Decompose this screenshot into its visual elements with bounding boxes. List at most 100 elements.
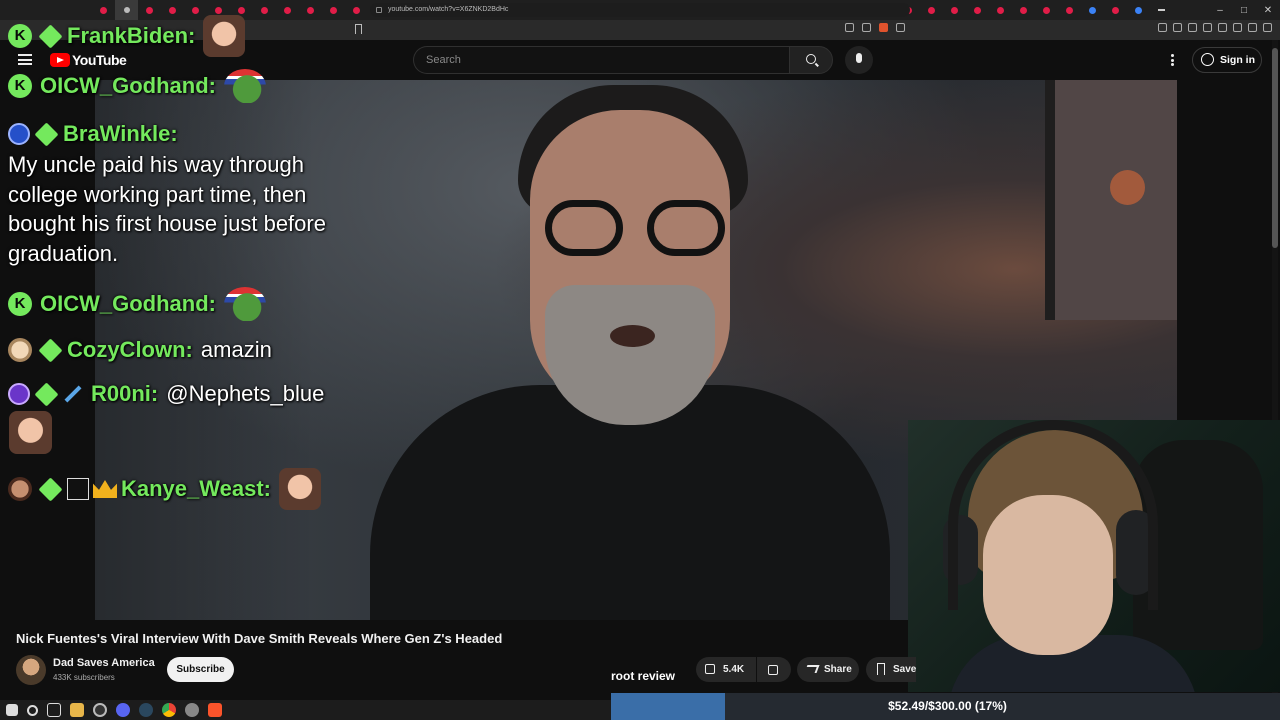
goal-progress-text: $52.49/$300.00 (17%) <box>888 699 1007 713</box>
clown-badge-icon <box>8 338 32 362</box>
sign-in-button[interactable]: Sign in <box>1192 47 1262 73</box>
browser-tab[interactable] <box>230 0 253 20</box>
donation-goal-bar: $52.49/$300.00 (17%) <box>611 693 1280 720</box>
restore-icon[interactable]: □ <box>1232 0 1256 20</box>
extension-icon[interactable] <box>1218 23 1227 32</box>
extensions-toolbar <box>1158 23 1272 32</box>
diamond-badge-icon <box>38 476 63 502</box>
install-app-icon[interactable] <box>845 23 854 32</box>
brave-shield-icon[interactable] <box>879 23 888 32</box>
browser-tab[interactable] <box>1035 0 1058 20</box>
star-badge-icon <box>8 123 30 145</box>
browser-tab[interactable] <box>920 0 943 20</box>
hamburger-menu-icon[interactable] <box>18 54 32 65</box>
address-bar-row <box>0 20 1280 40</box>
search-icon[interactable] <box>27 704 38 716</box>
search-icon <box>806 54 816 64</box>
background-painting <box>1045 80 1177 320</box>
avatar-badge-icon <box>8 477 32 501</box>
browser-tab[interactable] <box>1081 0 1104 20</box>
zoom-icon[interactable] <box>862 23 871 32</box>
extension-icon[interactable] <box>1158 23 1167 32</box>
chrome-icon[interactable] <box>162 703 176 717</box>
voice-search-button[interactable] <box>845 46 873 74</box>
browser-tab[interactable] <box>276 0 299 20</box>
rewards-icon[interactable] <box>896 23 905 32</box>
browser-tab[interactable] <box>1012 0 1035 20</box>
video-shadow <box>95 80 315 620</box>
channel-name[interactable]: Dad Saves America <box>53 657 155 669</box>
like-count: 5.4K <box>723 664 745 675</box>
thumbs-up-icon <box>705 664 715 674</box>
browser-tab[interactable] <box>161 0 184 20</box>
search-input[interactable]: Search <box>413 46 789 74</box>
steam-icon[interactable] <box>139 703 153 717</box>
browser-tab[interactable] <box>138 0 161 20</box>
star-badge-icon <box>8 383 30 405</box>
youtube-logo-text[interactable]: YouTube <box>72 52 127 68</box>
streamer-webcam <box>908 420 1280 692</box>
browser-tab[interactable] <box>989 0 1012 20</box>
youtube-logo-icon[interactable] <box>50 53 70 67</box>
extension-icon[interactable] <box>1248 23 1257 32</box>
obs-icon[interactable] <box>93 703 107 717</box>
search-button[interactable] <box>789 46 833 74</box>
minimize-icon[interactable]: – <box>1208 0 1232 20</box>
scrollbar-thumb[interactable] <box>1272 48 1278 248</box>
task-view-icon[interactable] <box>47 703 61 717</box>
browser-tab[interactable] <box>966 0 989 20</box>
browser-tab[interactable] <box>1104 0 1127 20</box>
url-field[interactable]: youtube.com/watch?v=X6ZNKD2BdHc <box>370 3 910 17</box>
app-icon[interactable] <box>185 703 199 717</box>
brave-icon[interactable] <box>208 703 222 717</box>
browser-tab[interactable] <box>184 0 207 20</box>
browser-tab[interactable] <box>253 0 276 20</box>
extension-icon[interactable] <box>1203 23 1212 32</box>
browser-tab[interactable] <box>943 0 966 20</box>
share-button[interactable]: Share <box>797 657 859 682</box>
settings-kebab-icon[interactable] <box>1171 54 1174 66</box>
browser-menu-icon[interactable] <box>1263 23 1272 32</box>
video-title: Nick Fuentes's Viral Interview With Dave… <box>16 631 503 646</box>
diamond-badge-icon <box>34 381 59 407</box>
save-button[interactable]: Save <box>866 657 916 682</box>
url-text: youtube.com/watch?v=X6ZNKD2BdHc <box>388 6 509 13</box>
browser-tab[interactable] <box>322 0 345 20</box>
new-tab-button[interactable] <box>1150 0 1173 20</box>
address-actions <box>845 23 905 32</box>
os-taskbar <box>0 700 611 720</box>
video-speaker <box>370 85 890 620</box>
browser-tab[interactable] <box>207 0 230 20</box>
close-icon[interactable]: ✕ <box>1256 0 1280 20</box>
browser-tab[interactable] <box>92 0 115 20</box>
browser-tab-active[interactable] <box>115 0 138 20</box>
file-explorer-icon[interactable] <box>70 703 84 717</box>
browser-tab[interactable] <box>345 0 368 20</box>
windows-start-icon[interactable] <box>6 704 18 716</box>
save-label: Save <box>893 664 916 675</box>
subscribe-button[interactable]: Subscribe <box>167 657 234 682</box>
dislike-button[interactable] <box>757 657 791 682</box>
browser-tab[interactable] <box>299 0 322 20</box>
browser-tab[interactable] <box>1058 0 1081 20</box>
extension-icon[interactable] <box>1173 23 1182 32</box>
diamond-badge-icon <box>38 337 63 363</box>
sword-badge-icon <box>64 385 82 403</box>
bookmark-icon[interactable] <box>355 24 362 34</box>
extension-icon[interactable] <box>1188 23 1197 32</box>
subscriber-count: 433K subscribers <box>53 673 115 682</box>
share-icon <box>804 665 820 673</box>
thumbs-down-icon <box>768 665 778 675</box>
discord-icon[interactable] <box>116 703 130 717</box>
browser-tab[interactable] <box>1127 0 1150 20</box>
stream-label: root review <box>611 669 676 683</box>
headset-icon <box>948 420 1158 610</box>
screen: – □ ✕ youtube.com/watch?v=X6ZNKD2BdHc Yo… <box>0 0 1280 720</box>
user-icon <box>1201 53 1214 66</box>
site-info-icon[interactable] <box>376 7 382 13</box>
channel-avatar[interactable] <box>16 655 46 685</box>
kick-badge-icon: K <box>8 292 32 316</box>
like-button[interactable]: 5.4K <box>696 657 756 682</box>
extension-icon[interactable] <box>1233 23 1242 32</box>
save-icon <box>877 663 885 675</box>
